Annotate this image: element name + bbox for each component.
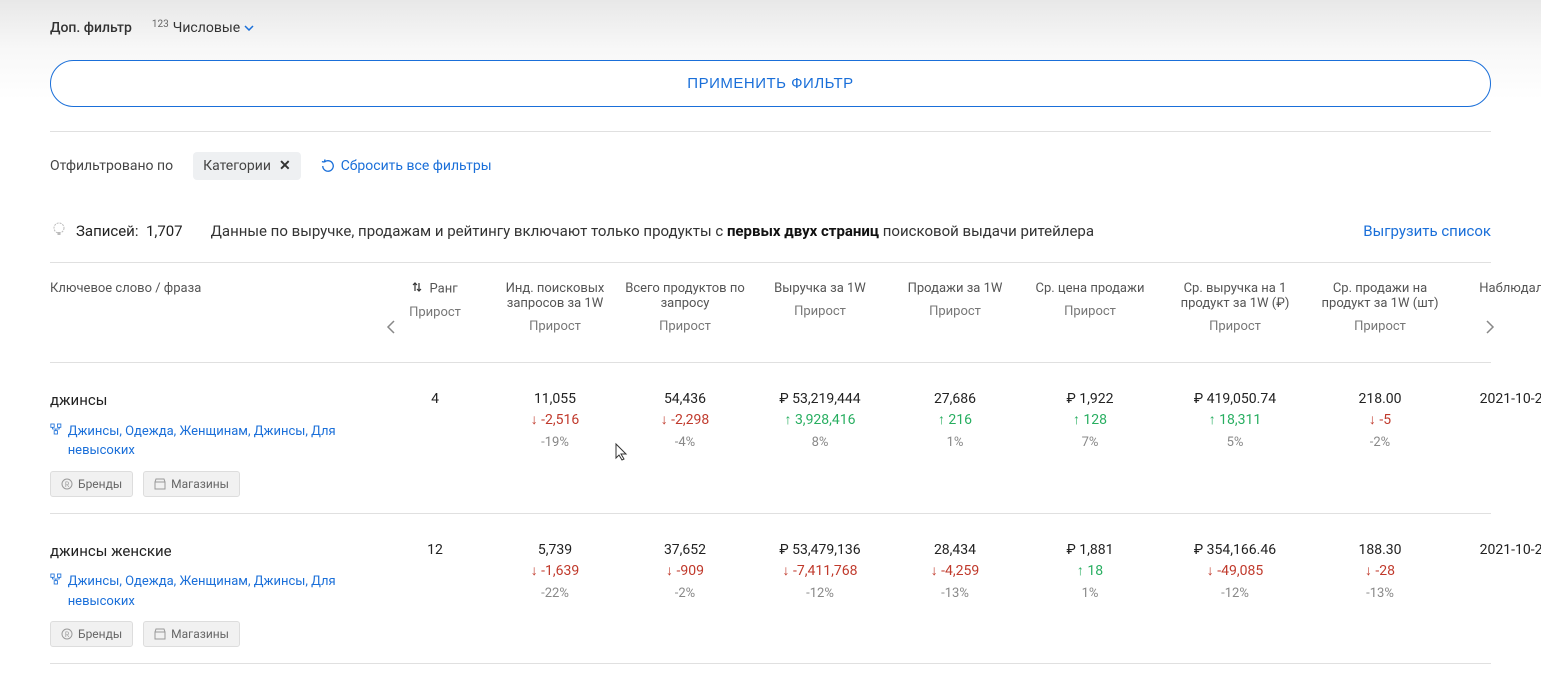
store-icon — [154, 478, 166, 490]
records-count: Записей: 1,707 — [76, 222, 183, 240]
col-avg-sales-product[interactable]: Ср. продажи на продукт за 1W (шт) Прирос… — [1310, 281, 1450, 334]
table-cell: 37,652 ↓ -909 -2% — [620, 540, 750, 604]
filter-chip-categories[interactable]: Категории ✕ — [193, 152, 301, 180]
table-row: джинсы Джинсы, Одежда, Женщинам, Джинсы,… — [50, 363, 1491, 514]
table-cell: ₽ 53,219,444 ↑ 3,928,416 8% — [750, 389, 890, 453]
col-products[interactable]: Всего продуктов по запросу Прирост — [620, 281, 750, 334]
stores-button[interactable]: Магазины — [143, 621, 240, 647]
brands-button[interactable]: RБренды — [50, 471, 133, 497]
additional-filter-label: Доп. фильтр — [50, 20, 132, 36]
chevron-down-icon — [244, 25, 254, 31]
keyword-categories[interactable]: Джинсы, Одежда, Женщинам, Джинсы, Для не… — [50, 422, 350, 461]
table-cell: ₽ 354,166.46 ↓ -49,085 -12% — [1160, 540, 1310, 604]
col-observed[interactable]: Наблюдали — [1450, 281, 1541, 296]
hierarchy-icon — [50, 572, 62, 586]
brands-button[interactable]: RБренды — [50, 621, 133, 647]
keyword-name[interactable]: джинсы — [50, 389, 380, 412]
keyword-cell: джинсы Джинсы, Одежда, Женщинам, Джинсы,… — [50, 389, 380, 497]
hierarchy-icon — [50, 422, 62, 436]
table-cell: 5,739 ↓ -1,639 -22% — [490, 540, 620, 604]
col-sales[interactable]: Продажи за 1W Прирост — [890, 281, 1020, 319]
col-keyword[interactable]: Ключевое слово / фраза — [50, 281, 380, 296]
keyword-cell: джинсы женские Джинсы, Одежда, Женщинам,… — [50, 540, 380, 648]
sort-icon — [412, 281, 422, 297]
numeric-filter-label: Числовые — [173, 20, 240, 36]
table-cell: 218.00 ↓ -5 -2% — [1310, 389, 1450, 453]
numeric-badge: 123 — [152, 19, 169, 30]
table-cell: 188.30 ↓ -28 -13% — [1310, 540, 1450, 604]
info-note: Данные по выручке, продажам и рейтингу в… — [211, 222, 1094, 240]
table-cell: 28,434 ↓ -4,259 -13% — [890, 540, 1020, 604]
keyword-name[interactable]: джинсы женские — [50, 540, 380, 563]
svg-text:R: R — [65, 481, 70, 489]
stores-button[interactable]: Магазины — [143, 471, 240, 497]
col-avg-price[interactable]: Ср. цена продажи Прирост — [1020, 281, 1160, 319]
undo-icon — [321, 159, 335, 173]
col-index[interactable]: Инд. поисковых запросов за 1W Прирост — [490, 281, 620, 334]
rank-cell: 4 — [380, 389, 490, 410]
keyword-categories[interactable]: Джинсы, Одежда, Женщинам, Джинсы, Для не… — [50, 572, 350, 611]
observed-cell: 2021-10-28 — [1450, 389, 1541, 410]
col-revenue[interactable]: Выручка за 1W Прирост — [750, 281, 890, 319]
registered-icon: R — [61, 628, 73, 640]
registered-icon: R — [61, 478, 73, 490]
apply-filter-button[interactable]: ПРИМЕНИТЬ ФИЛЬТР — [50, 60, 1491, 107]
export-list-link[interactable]: Выгрузить список — [1363, 222, 1491, 240]
table-cell: ₽ 53,479,136 ↓ -7,411,768 -12% — [750, 540, 890, 604]
scroll-right-button[interactable] — [1479, 313, 1501, 345]
observed-cell: 2021-10-28 — [1450, 540, 1541, 561]
store-icon — [154, 628, 166, 640]
lightbulb-icon — [50, 220, 68, 242]
table-cell: ₽ 1,881 ↑ 18 1% — [1020, 540, 1160, 604]
table-cell: 27,686 ↑ 216 1% — [890, 389, 1020, 453]
table-cell: ₽ 1,922 ↑ 128 7% — [1020, 389, 1160, 453]
reset-filters-label: Сбросить все фильтры — [341, 158, 492, 174]
table-row: джинсы женские Джинсы, Одежда, Женщинам,… — [50, 514, 1491, 665]
filtered-by-label: Отфильтровано по — [50, 158, 173, 174]
rank-cell: 12 — [380, 540, 490, 561]
col-avg-revenue-product[interactable]: Ср. выручка на 1 продукт за 1W (₽) Приро… — [1160, 281, 1310, 334]
close-icon[interactable]: ✕ — [279, 158, 291, 174]
scroll-left-button[interactable] — [380, 313, 402, 345]
table-header: Ключевое слово / фраза Ранг Прирост Инд.… — [50, 263, 1491, 363]
svg-text:R: R — [65, 631, 70, 639]
filter-chip-label: Категории — [203, 158, 271, 174]
reset-filters-link[interactable]: Сбросить все фильтры — [321, 158, 492, 174]
table-cell: ₽ 419,050.74 ↑ 18,311 5% — [1160, 389, 1310, 453]
table-cell: 54,436 ↓ -2,298 -4% — [620, 389, 750, 453]
table-cell: 11,055 ↓ -2,516 -19% — [490, 389, 620, 453]
numeric-filter-dropdown[interactable]: 123 Числовые — [152, 20, 254, 36]
